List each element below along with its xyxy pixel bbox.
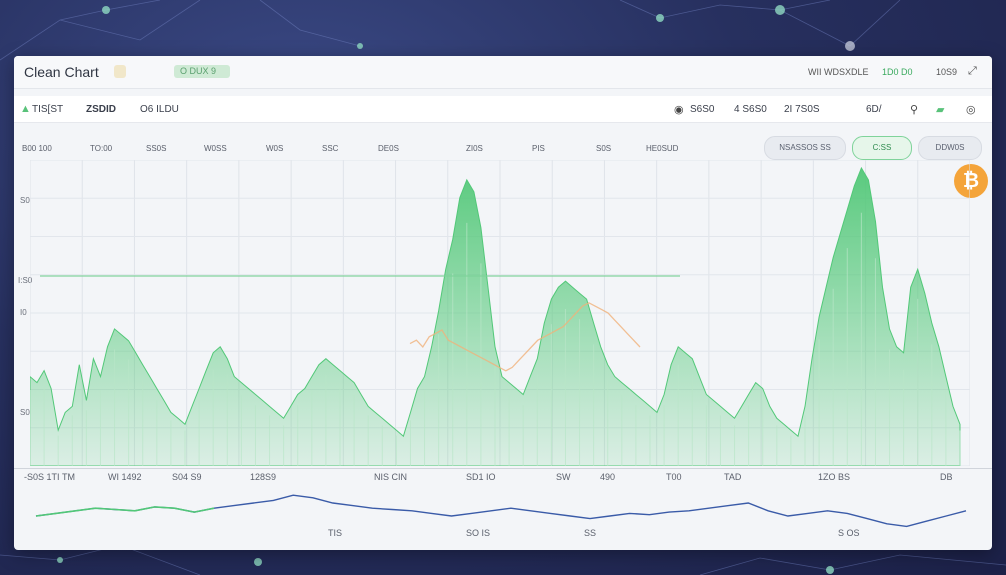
range-segment[interactable]: DDW0S [918, 136, 982, 160]
date-label: DB [940, 472, 953, 482]
timeframe-bar: B00 100 TO:00 SS0S W0SS W0S SSC DE0S ZI0… [14, 136, 992, 162]
tab-item[interactable]: W0SS [204, 144, 227, 153]
tab-item[interactable]: S0S [596, 144, 611, 153]
navigator-label: TIS [328, 528, 343, 538]
price-label: ZSDID [86, 104, 116, 115]
navigator-chart[interactable] [14, 484, 992, 550]
tab-item[interactable]: PIS [532, 144, 545, 153]
indicator-icon[interactable]: ▰ [936, 103, 944, 116]
navigator-label: S OS [838, 528, 860, 538]
expand-icon[interactable]: ⤢ [968, 65, 977, 78]
date-label: SW [556, 472, 571, 482]
change-label: O6 ILDU [140, 104, 179, 115]
navigator-highlight [35, 506, 215, 517]
tab-item[interactable]: HE0SUD [646, 144, 678, 153]
tab-item[interactable]: W0S [266, 144, 283, 153]
title-pill[interactable] [114, 65, 126, 78]
date-label: TAD [724, 472, 742, 482]
navigator-label: SO IS [466, 528, 491, 538]
up-arrow-icon: ▲ [20, 103, 31, 115]
tab-item[interactable]: ZI0S [466, 144, 483, 153]
toolbar: ▲ TIS[ST ZSDID O6 ILDU ◉ S6S0 4 S6S0 2I … [14, 96, 992, 123]
stat-value: 6D/ [866, 104, 882, 115]
date-label: S04 S9 [172, 472, 202, 482]
stat-value: 4 S6S0 [734, 104, 767, 115]
stat-value: S6S0 [690, 104, 715, 115]
app-title: Clean Chart [24, 64, 99, 80]
date-label: 490 [600, 472, 616, 482]
tab-item[interactable]: SSC [322, 144, 338, 153]
date-label: 1ZO BS [818, 472, 851, 482]
title-bar: Clean Chart O DUX 9 WII WDSXDLE 1D0 D0 1… [14, 56, 992, 89]
y-axis-label: I0 [20, 308, 27, 317]
y-axis-label: S0 [20, 196, 30, 205]
y-axis-label: S0 [20, 408, 30, 417]
tab-item[interactable]: SS0S [146, 144, 166, 153]
titlebar-value: 1D0 D0 [882, 67, 913, 77]
range-segment-active[interactable]: C:SS [852, 136, 912, 160]
symbol-label[interactable]: TIS[ST [32, 104, 63, 115]
settings-icon[interactable]: ◎ [966, 103, 976, 116]
date-label: T00 [666, 472, 682, 482]
tab-item[interactable]: B00 100 [22, 144, 52, 153]
date-label: 128S9 [250, 472, 277, 482]
eye-icon[interactable]: ◉ [674, 103, 684, 116]
date-label: NIS CIN [374, 472, 408, 482]
tab-item[interactable]: TO:00 [90, 144, 112, 153]
stat-value: 2I 7S0S [784, 104, 820, 115]
main-price-chart[interactable] [30, 160, 970, 466]
navigator-line [35, 494, 967, 528]
tab-item[interactable]: DE0S [378, 144, 399, 153]
navigator-label: SS [584, 528, 597, 538]
alert-icon[interactable]: ⚲ [910, 103, 918, 116]
date-label: TM [62, 472, 75, 482]
date-label: -S0S 1TI [24, 472, 60, 482]
titlebar-value: 10S9 [936, 67, 958, 77]
date-label: SD1 IO [466, 472, 496, 482]
title-pill-active[interactable]: O DUX 9 [174, 65, 230, 78]
date-label: WI 1492 [108, 472, 142, 482]
range-segment[interactable]: NSASSOS SS [764, 136, 846, 160]
titlebar-text: WII WDSXDLE [808, 67, 869, 77]
chart-window: Clean Chart O DUX 9 WII WDSXDLE 1D0 D0 1… [14, 56, 992, 550]
